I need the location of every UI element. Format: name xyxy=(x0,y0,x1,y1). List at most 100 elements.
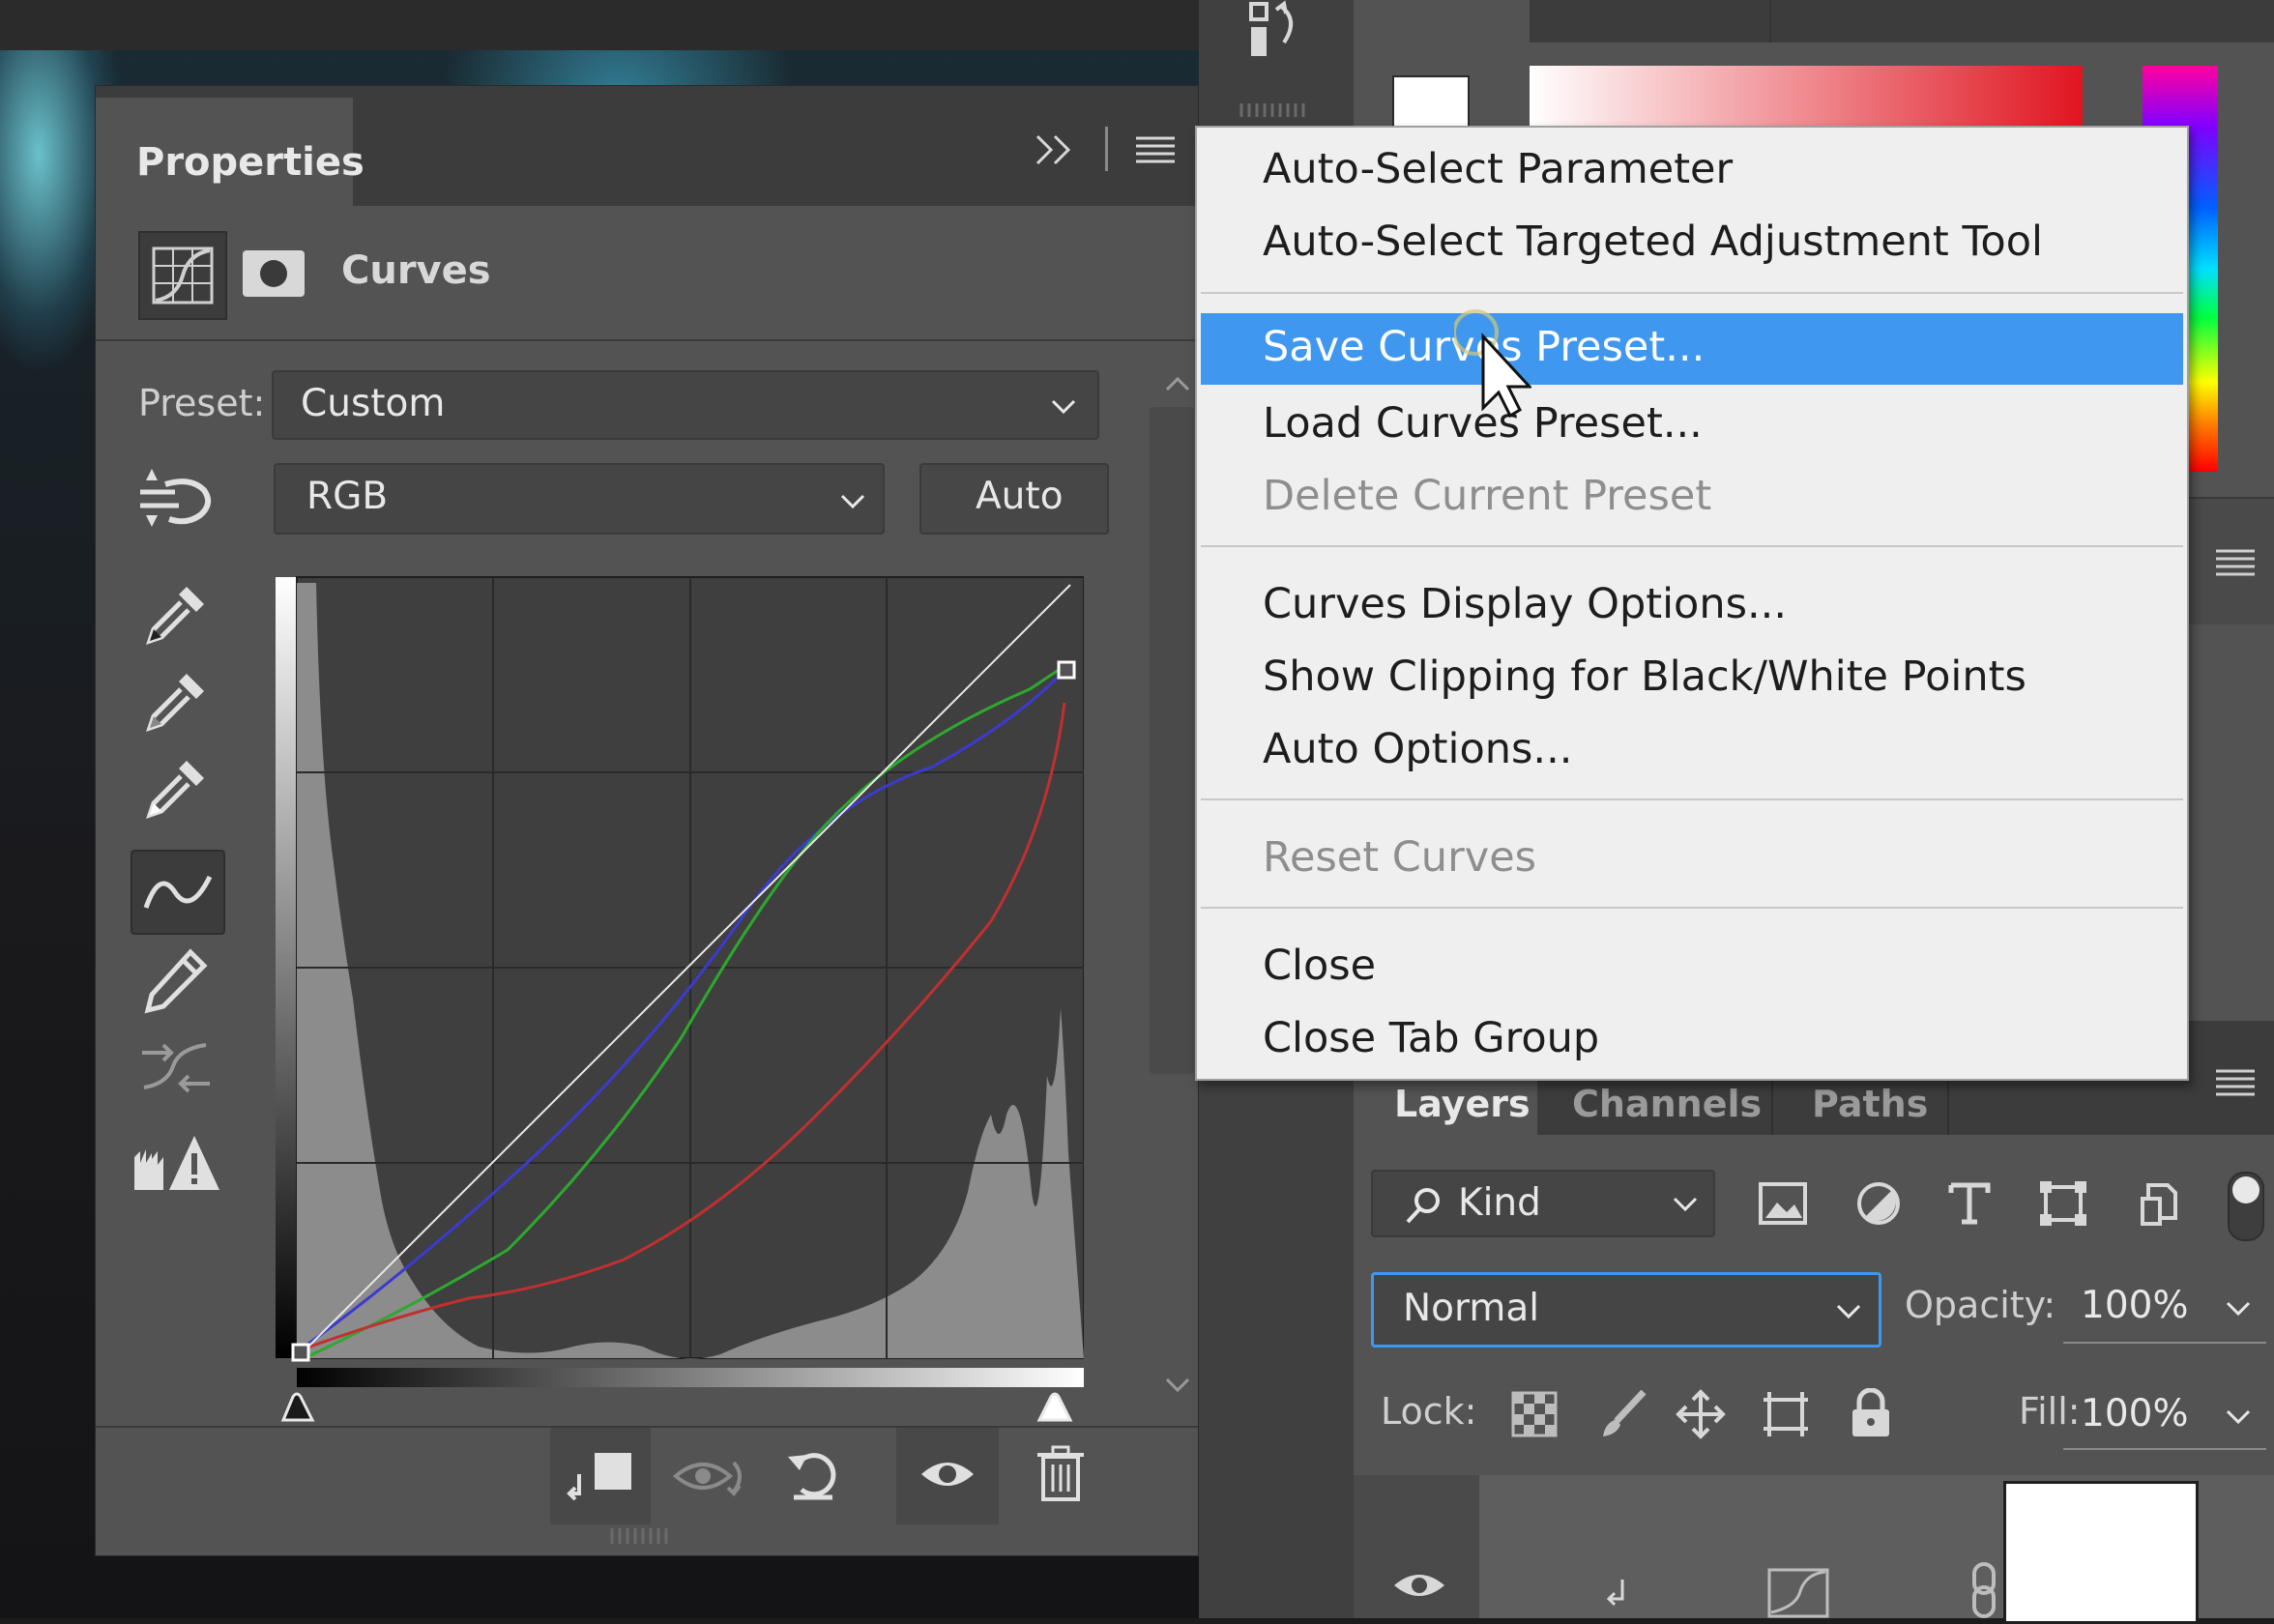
gray-point-eyedropper-icon[interactable] xyxy=(138,664,214,740)
pencil-draw-icon[interactable] xyxy=(138,942,214,1018)
menu-item-load-curves-preset[interactable]: Load Curves Preset... xyxy=(1197,390,2187,461)
menu-item-curves-display-options[interactable]: Curves Display Options... xyxy=(1197,570,2187,642)
opacity-label: Opacity: xyxy=(1905,1284,2056,1326)
menu-item-close[interactable]: Close xyxy=(1197,932,2187,1003)
layers-panel-menu-icon[interactable] xyxy=(2214,1067,2257,1096)
history-icon[interactable] xyxy=(1247,0,1311,62)
chevron-down-icon xyxy=(1051,399,1076,415)
lock-all-icon[interactable] xyxy=(1849,1387,1893,1440)
resize-grip[interactable] xyxy=(608,1528,676,1544)
menu-divider xyxy=(1201,292,2183,294)
edit-points-curve-tool[interactable] xyxy=(131,850,225,935)
menu-divider xyxy=(1201,798,2183,800)
lock-position-icon[interactable] xyxy=(1675,1388,1727,1440)
input-gradient-bar xyxy=(297,1368,1084,1387)
panel-menu-icon[interactable] xyxy=(2214,547,2257,576)
menu-item-reset-curves[interactable]: Reset Curves xyxy=(1197,824,2187,895)
filter-toggle[interactable] xyxy=(2228,1172,2264,1241)
menu-item-delete-current-preset[interactable]: Delete Current Preset xyxy=(1197,462,2187,534)
tab-divider xyxy=(1105,127,1108,171)
tab-layers-label: Layers xyxy=(1394,1083,1531,1125)
smooth-curve-icon[interactable] xyxy=(138,1030,214,1105)
visibility-eye-icon[interactable] xyxy=(1392,1568,1446,1603)
filter-pixel-icon[interactable] xyxy=(1758,1179,1808,1228)
menu-item-label: Curves Display Options... xyxy=(1263,580,1788,628)
white-point-eyedropper-icon[interactable] xyxy=(138,751,214,826)
fill-value: 100% xyxy=(2081,1392,2189,1436)
clipping-warning-icon[interactable] xyxy=(131,1130,221,1200)
blend-mode-dropdown[interactable]: Normal xyxy=(1371,1272,1881,1348)
mouse-cursor-icon xyxy=(1452,309,1533,419)
layer-mask-icon[interactable] xyxy=(241,248,306,299)
toggle-visibility-button[interactable] xyxy=(896,1428,999,1524)
scroll-down-icon[interactable] xyxy=(1163,1370,1192,1399)
view-previous-state-icon[interactable] xyxy=(670,1449,751,1507)
trash-icon[interactable] xyxy=(1035,1443,1086,1505)
targeted-adjustment-icon[interactable] xyxy=(136,467,216,535)
auto-button-label: Auto xyxy=(976,475,1064,518)
menu-item-auto-select-tat[interactable]: Auto-Select Targeted Adjustment Tool xyxy=(1197,208,2187,279)
chevron-down-icon xyxy=(1673,1197,1698,1212)
curves-panel-context-menu: Auto-Select Parameter Auto-Select Target… xyxy=(1195,126,2189,1081)
tab-properties[interactable]: Properties xyxy=(96,98,364,206)
properties-tab-label: Properties xyxy=(136,140,364,185)
preset-dropdown[interactable]: Custom xyxy=(272,370,1099,440)
panel-menu-icon[interactable] xyxy=(1134,134,1177,163)
menu-divider xyxy=(1201,545,2183,547)
swatches-tab[interactable] xyxy=(1531,0,1771,43)
filter-adjustment-icon[interactable] xyxy=(1854,1179,1903,1228)
menu-item-close-tab-group[interactable]: Close Tab Group xyxy=(1197,1004,2187,1076)
black-point-eyedropper-icon[interactable] xyxy=(138,577,214,652)
preset-label: Preset: xyxy=(138,382,266,424)
white-slider-handle xyxy=(1036,1392,1073,1422)
menu-item-label: Auto-Select Parameter xyxy=(1263,145,1734,193)
channel-value: RGB xyxy=(306,475,389,518)
filter-shape-icon[interactable] xyxy=(2038,1179,2088,1228)
auto-button[interactable]: Auto xyxy=(919,463,1109,535)
scrollbar-thumb[interactable] xyxy=(1150,407,1194,1074)
header-divider xyxy=(96,339,1198,341)
search-icon xyxy=(1406,1188,1440,1224)
lock-artboard-icon[interactable] xyxy=(1760,1388,1812,1440)
curves-adjustment-thumbnail-icon xyxy=(1767,1568,1829,1618)
menu-item-label: Auto-Select Targeted Adjustment Tool xyxy=(1263,218,2043,266)
menu-divider xyxy=(1201,907,2183,909)
menu-item-save-curves-preset[interactable]: Save Curves Preset... xyxy=(1201,313,2183,385)
clip-arrow-icon xyxy=(1606,1580,1624,1607)
menu-item-label: Close xyxy=(1263,942,1377,990)
preset-value: Custom xyxy=(301,382,446,425)
tab-channels-label: Channels xyxy=(1572,1083,1763,1125)
adjustment-title: Curves xyxy=(341,248,491,293)
chevron-down-icon xyxy=(2226,1301,2251,1317)
menu-item-auto-options[interactable]: Auto Options... xyxy=(1197,715,2187,787)
menu-item-show-clipping[interactable]: Show Clipping for Black/White Points xyxy=(1197,643,2187,714)
menu-item-label: Show Clipping for Black/White Points xyxy=(1263,652,2026,701)
layer-mask-thumbnail[interactable] xyxy=(2003,1481,2199,1624)
black-slider-handle xyxy=(280,1392,315,1422)
reset-icon[interactable] xyxy=(784,1443,842,1505)
filter-type-icon[interactable] xyxy=(1945,1179,1994,1228)
menu-item-label: Reset Curves xyxy=(1263,833,1537,882)
menu-item-label: Delete Current Preset xyxy=(1263,472,1712,520)
opacity-field[interactable]: 100% xyxy=(2063,1272,2266,1344)
clip-to-layer-button[interactable] xyxy=(550,1428,651,1524)
color-tab[interactable] xyxy=(1354,0,1531,43)
output-gradient-bar xyxy=(276,577,297,1358)
fill-field[interactable]: 100% xyxy=(2063,1380,2266,1450)
curves-graph[interactable] xyxy=(276,573,1085,1461)
filter-smart-object-icon[interactable] xyxy=(2133,1179,2181,1228)
scroll-up-icon[interactable] xyxy=(1163,370,1192,399)
lock-transparent-icon[interactable] xyxy=(1510,1390,1559,1438)
channel-dropdown[interactable]: RGB xyxy=(274,463,885,535)
layer-filter-dropdown[interactable]: Kind xyxy=(1371,1170,1715,1237)
white-point-handle xyxy=(1057,660,1076,680)
panel-grip[interactable] xyxy=(1238,102,1315,117)
layer-row[interactable] xyxy=(1354,1475,2274,1624)
lock-pixels-icon[interactable] xyxy=(1597,1388,1649,1440)
menu-item-label: Close Tab Group xyxy=(1263,1014,1600,1062)
menu-item-auto-select-parameter[interactable]: Auto-Select Parameter xyxy=(1197,135,2187,207)
collapse-panel-icon[interactable] xyxy=(1034,130,1076,169)
clip-to-layer-icon xyxy=(567,1453,631,1501)
curves-adjustment-icon[interactable] xyxy=(138,231,227,320)
opacity-value: 100% xyxy=(2081,1284,2189,1327)
